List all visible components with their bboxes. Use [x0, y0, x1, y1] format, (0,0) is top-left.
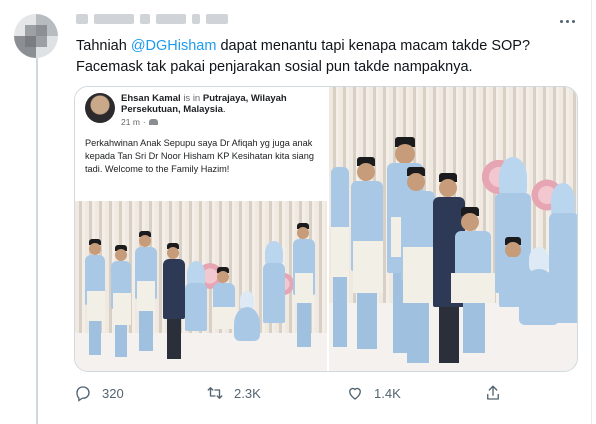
fb-post-body: Perkahwinan Anak Sepupu saya Dr Afiqah y… [85, 138, 314, 174]
share-button[interactable] [484, 384, 502, 402]
fb-is-in: is in [183, 93, 201, 104]
like-button[interactable]: 1.4K [346, 384, 401, 402]
tweet-media[interactable]: Ehsan Kamal is in Putrajaya, Wilayah Per… [74, 86, 578, 372]
reply-icon [76, 386, 90, 402]
facebook-screenshot-image[interactable]: Ehsan Kamal is in Putrajaya, Wilayah Per… [75, 87, 327, 371]
share-icon [487, 385, 499, 400]
fb-post-header: Ehsan Kamal is in Putrajaya, Wilayah Per… [121, 93, 321, 115]
reply-count: 320 [102, 385, 124, 401]
tweet-text: Tahniah @DGHisham dapat menantu tapi ken… [76, 36, 576, 78]
stage-floor [75, 333, 327, 371]
fb-location-suffix: . [222, 104, 226, 115]
fb-separator: · [142, 117, 146, 127]
mention-link[interactable]: @DGHisham [131, 38, 217, 54]
more-options-icon[interactable] [558, 14, 576, 28]
wedding-photo-large[interactable] [329, 87, 577, 371]
retweet-icon [207, 387, 223, 399]
wedding-photo-small [75, 201, 327, 371]
friends-icon [148, 119, 158, 125]
thread-line [36, 52, 38, 424]
heart-icon [349, 387, 361, 400]
fb-post-meta: 21 m · [121, 117, 158, 127]
retweet-button[interactable]: 2.3K [206, 384, 261, 402]
tweet-text-prefix: Tahniah [76, 38, 131, 54]
author-avatar[interactable] [14, 14, 58, 58]
like-count: 1.4K [374, 385, 401, 401]
tweet-actions: 320 2.3K 1.4K [74, 384, 534, 404]
retweet-count: 2.3K [234, 385, 261, 401]
fb-author-avatar [85, 93, 115, 123]
column-divider [591, 0, 592, 424]
author-name-redacted[interactable] [76, 12, 228, 26]
reply-button[interactable]: 320 [74, 384, 124, 402]
fb-post-time: 21 m [121, 117, 140, 127]
fb-author-name: Ehsan Kamal [121, 93, 181, 104]
